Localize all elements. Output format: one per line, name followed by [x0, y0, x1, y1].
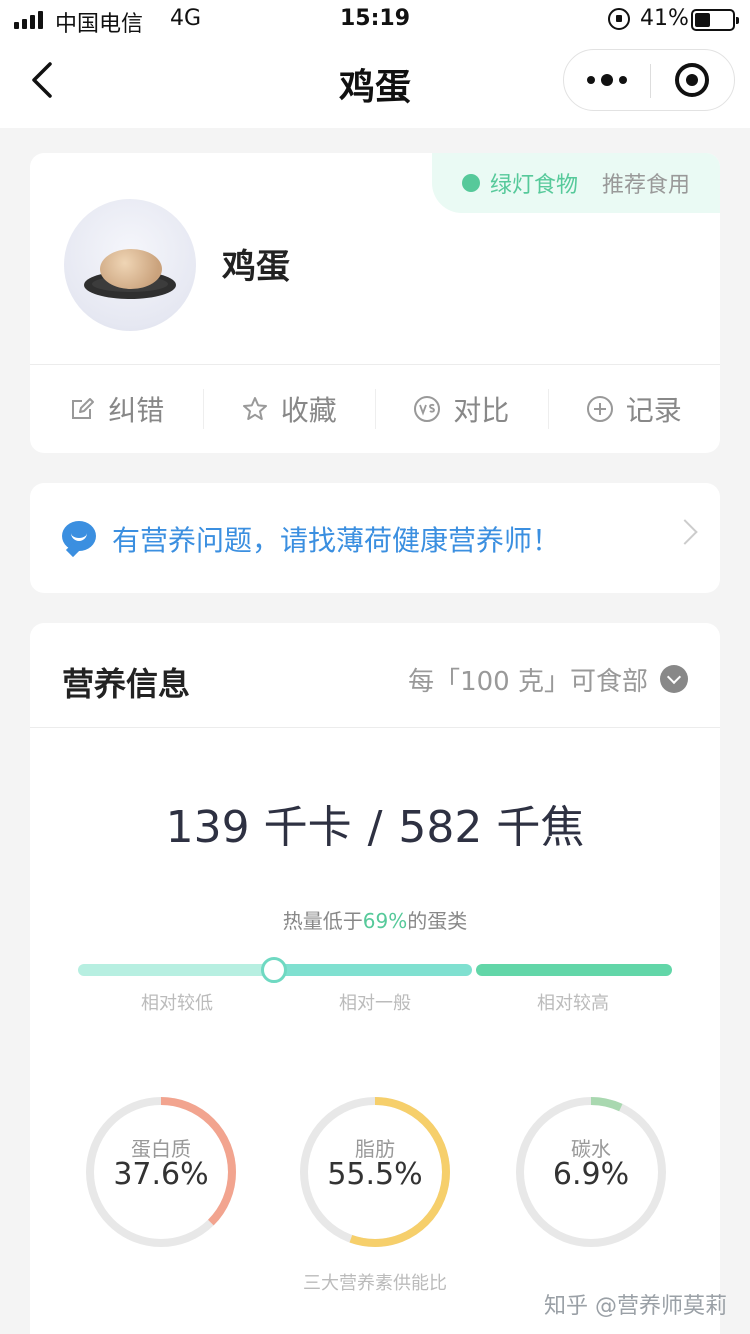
more-icon [587, 76, 595, 84]
consult-text: 有营养问题，请找薄荷健康营养师！ [112, 524, 561, 557]
clock: 15:19 [339, 6, 411, 31]
more-button[interactable] [564, 50, 650, 110]
energy-comparison: 热量低于69%的蛋类 [30, 905, 720, 934]
food-image [64, 199, 196, 331]
battery-icon [691, 9, 739, 31]
food-card: 绿灯食物 推荐食用 鸡蛋 纠错 收藏 对比 记录 [30, 153, 720, 453]
scale-label-low: 相对较低 [141, 993, 213, 1014]
energy-slash: / [367, 802, 383, 853]
macro-ring-protein: 蛋白质 37.6% [84, 1095, 238, 1249]
star-icon [242, 397, 267, 420]
energy-value: 139 千卡 / 582 千焦 [30, 791, 720, 855]
record-button[interactable]: 记录 [547, 365, 721, 453]
scale-segment-low [78, 964, 272, 976]
edit-icon [72, 398, 95, 419]
macro-value: 37.6% [113, 1157, 209, 1192]
status-bar: 中国电信 4G 15:19 41% [0, 0, 750, 40]
macro-value: 6.9% [552, 1157, 630, 1192]
chevron-down-icon[interactable] [660, 665, 688, 693]
nutrition-card: 营养信息 每「100 克」可食部 139 千卡 / 582 千焦 热量低于69%的蛋… [30, 623, 720, 1334]
watermark: 知乎 @营养师莫莉 [544, 1294, 727, 1319]
compare-button[interactable]: 对比 [375, 365, 548, 453]
macro-value: 55.5% [327, 1157, 423, 1192]
battery-fill [695, 13, 710, 27]
unit-selector[interactable]: 每「100 克」可食部 [408, 661, 648, 698]
miniprogram-capsule [563, 49, 735, 111]
scale-marker [261, 957, 288, 983]
green-light-dot [462, 174, 480, 192]
compare-prefix: 热量低于 [282, 909, 363, 933]
plus-icon [586, 396, 613, 422]
light-label: 绿灯食物 [490, 173, 579, 198]
scale-labels: 相对较低 相对一般 相对较高 [78, 989, 672, 1015]
capsule-divider [650, 64, 651, 98]
macro-ring-carbs: 碳水 6.9% [514, 1095, 668, 1249]
compare-suffix: 的蛋类 [407, 909, 468, 933]
energy-scale [78, 957, 672, 983]
vs-icon [414, 396, 441, 422]
scale-label-high: 相对较高 [537, 993, 609, 1014]
macro-ring-fat: 脂肪 55.5% [298, 1095, 452, 1249]
favorite-button[interactable]: 收藏 [202, 365, 376, 453]
correct-button[interactable]: 纠错 [30, 365, 203, 453]
consult-banner[interactable]: 有营养问题，请找薄荷健康营养师！ [30, 483, 720, 593]
traffic-light-badge: 绿灯食物 推荐食用 [432, 153, 720, 213]
chat-bubble-icon [62, 521, 96, 551]
food-actions: 纠错 收藏 对比 记录 [30, 365, 720, 453]
scale-segment-mid [276, 964, 472, 976]
kcal-value: 139 千卡 [165, 802, 352, 853]
light-hint: 推荐食用 [602, 173, 691, 198]
nav-bar: 鸡蛋 [0, 40, 750, 128]
section-title: 营养信息 [62, 665, 191, 703]
scale-segment-high [476, 964, 672, 976]
divider [30, 727, 720, 728]
compare-percent: 69% [362, 909, 408, 933]
rotation-lock-icon [608, 8, 630, 30]
record-label: 记录 [625, 394, 682, 427]
favorite-label: 收藏 [280, 394, 337, 427]
compare-label: 对比 [453, 394, 510, 427]
chevron-right-icon [672, 519, 698, 545]
kj-value: 582 千焦 [398, 802, 585, 853]
scale-label-mid: 相对一般 [339, 993, 411, 1014]
close-button[interactable] [675, 63, 709, 97]
correct-label: 纠错 [108, 394, 165, 427]
battery-percent: 41% [640, 6, 689, 31]
food-name: 鸡蛋 [222, 247, 290, 287]
